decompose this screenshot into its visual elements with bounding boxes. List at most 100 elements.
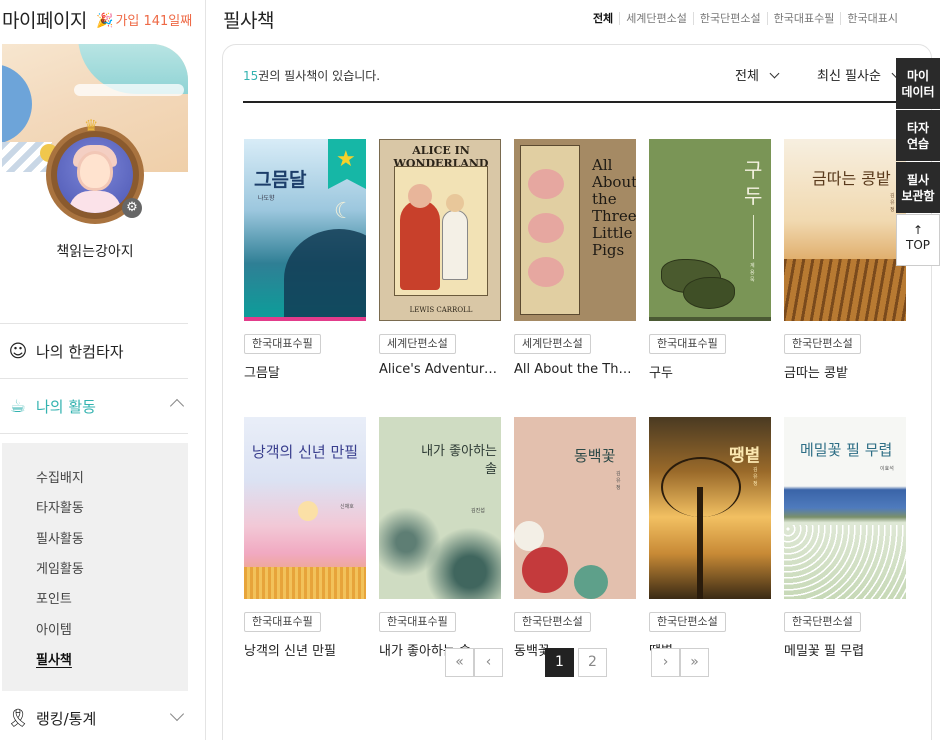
book-card[interactable]: 그믐달 나도향 ★ ☾ 한국대표수필 그믐달 xyxy=(244,139,366,381)
queen-figure xyxy=(400,200,440,290)
chevron-down-icon[interactable] xyxy=(169,706,185,722)
divider xyxy=(0,433,188,434)
smile-icon: ☺ xyxy=(8,340,28,362)
nav-my-typing[interactable]: ☺ 나의 한컴타자 xyxy=(0,324,188,378)
book-title[interactable]: 그믐달 xyxy=(244,362,366,381)
pagination: « ‹ 1 2 › » xyxy=(223,648,933,678)
book-card[interactable]: 메밀꽃 필 무렵 이효석 한국단편소설 메밀꽃 필 무렵 xyxy=(784,417,906,659)
book-card[interactable]: 낭객의 신년 만필 신채호 한국대표수필 낭객의 신년 만필 xyxy=(244,417,366,659)
nav-ranking[interactable]: 🎗 랭킹/통계 xyxy=(0,691,188,740)
quick-menu: 마이 데이터 타자 연습 필사 보관함 ↑ TOP xyxy=(896,58,940,266)
book-cover[interactable]: 동백꽃 김유정 xyxy=(514,417,636,599)
category-badge: 한국대표수필 xyxy=(244,334,321,354)
book-cover[interactable]: All About the Three Little Pigs xyxy=(514,139,636,321)
book-cover[interactable]: 내가 좋아하는 솔 김진섭 xyxy=(379,417,501,599)
book-card[interactable]: All About the Three Little Pigs 세계단편소설 A… xyxy=(514,139,636,377)
book-cover[interactable]: ALICE IN WONDERLAND LEWIS CARROLL xyxy=(379,139,501,321)
pig-icon xyxy=(528,213,564,243)
nav-label: 랭킹/통계 xyxy=(36,709,97,728)
typing-practice-button[interactable]: 타자 연습 xyxy=(896,110,940,161)
field-decoration xyxy=(784,259,906,321)
submenu-item-books[interactable]: 필사책 xyxy=(36,649,72,668)
tab-world-short-stories[interactable]: 세계단편소설 xyxy=(619,12,693,25)
cover-author: 김유정 xyxy=(616,471,621,491)
cover-author: LEWIS CARROLL xyxy=(409,306,473,314)
cover-title: 동백꽃 xyxy=(574,447,616,465)
book-count: 15 xyxy=(243,69,259,83)
scroll-top-label: TOP xyxy=(905,238,930,252)
wave-decoration xyxy=(74,84,184,96)
next-page-button[interactable]: › xyxy=(651,648,680,677)
tab-all[interactable]: 전체 xyxy=(587,12,619,25)
category-badge: 한국단편소설 xyxy=(649,612,726,632)
filter-value: 전체 xyxy=(735,69,759,84)
first-page-button[interactable]: « xyxy=(445,648,474,677)
submenu-item-badges[interactable]: 수집배지 xyxy=(36,467,84,486)
book-card[interactable]: 내가 좋아하는 솔 김진섭 한국대표수필 내가 좋아하는 솔 xyxy=(379,417,501,659)
alice-head xyxy=(446,194,464,212)
book-title[interactable]: Alice's Adventures in Wonderland xyxy=(379,362,501,377)
book-card[interactable]: 동백꽃 김유정 한국단편소설 동백꽃 xyxy=(514,417,636,659)
category-badge: 한국단편소설 xyxy=(514,612,591,632)
filter-dropdown[interactable]: 전체 xyxy=(735,65,780,84)
scroll-top-button[interactable]: ↑ TOP xyxy=(896,214,940,266)
divider xyxy=(243,101,929,103)
tree-branches xyxy=(661,457,741,517)
submenu-item-transcription[interactable]: 필사활동 xyxy=(36,528,84,547)
tab-korean-essays[interactable]: 한국대표수필 xyxy=(766,12,841,25)
book-cover[interactable]: 땡볕 김유정 xyxy=(649,417,771,599)
page-2-button[interactable]: 2 xyxy=(578,648,607,677)
avatar[interactable] xyxy=(57,137,133,213)
last-page-button[interactable]: » xyxy=(680,648,709,677)
join-days-text: 가입 141일째 xyxy=(115,14,193,29)
submenu-item-items[interactable]: 아이템 xyxy=(36,619,72,638)
book-card[interactable]: 금따는 콩밭 김유정 한국단편소설 금따는 콩밭 xyxy=(784,139,906,381)
cover-author: 이효석 xyxy=(880,466,894,472)
category-badge: 한국대표수필 xyxy=(649,334,726,354)
cover-title: 그믐달 xyxy=(254,169,307,191)
book-cover[interactable]: 낭객의 신년 만필 신채호 xyxy=(244,417,366,599)
book-title[interactable]: All About the Three Little Pigs xyxy=(514,362,636,377)
page-1-button[interactable]: 1 xyxy=(545,648,574,677)
book-card[interactable]: ALICE IN WONDERLAND LEWIS CARROLL 세계단편소설… xyxy=(379,139,501,377)
cover-author: 김유정 xyxy=(753,467,758,487)
nav-label: 나의 한컴타자 xyxy=(36,342,124,361)
submenu-item-games[interactable]: 게임활동 xyxy=(36,558,84,577)
category-tabs: 전체 세계단편소설 한국단편소설 한국대표수필 한국대표시 xyxy=(587,12,904,25)
sidebar: 마이페이지 🎉 가입 141일째 ♛ ⚙ 책읽는강아지 ☺ 나의 한컴타자 ☕ 나… xyxy=(0,0,206,740)
leaf-icon xyxy=(574,565,608,599)
book-cover[interactable]: 구두 계용묵 xyxy=(649,139,771,321)
my-data-button[interactable]: 마이 데이터 xyxy=(896,58,940,109)
category-badge: 한국단편소설 xyxy=(784,612,861,632)
category-badge: 세계단편소설 xyxy=(379,334,456,354)
prev-page-button[interactable]: ‹ xyxy=(474,648,503,677)
silhouette-decoration xyxy=(284,229,366,317)
book-card[interactable]: 땡볕 김유정 한국단편소설 땡볕 xyxy=(649,417,771,659)
book-cover[interactable]: 그믐달 나도향 ★ ☾ xyxy=(244,139,366,321)
flower-field-decoration xyxy=(784,525,906,599)
category-badge: 세계단편소설 xyxy=(514,334,591,354)
avatar-face xyxy=(77,151,113,191)
submenu-item-typing[interactable]: 타자활동 xyxy=(36,497,84,516)
category-badge: 한국대표수필 xyxy=(244,612,321,632)
tab-korean-short-stories[interactable]: 한국단편소설 xyxy=(692,12,767,25)
cup-icon: ☕ xyxy=(9,395,27,417)
chevron-up-icon[interactable] xyxy=(169,398,185,414)
cover-title: 금따는 콩밭 xyxy=(812,169,891,188)
avatar-body xyxy=(69,191,121,213)
archive-button[interactable]: 필사 보관함 xyxy=(896,162,940,213)
cover-author: 신채호 xyxy=(340,504,354,510)
nav-my-activity[interactable]: ☕ 나의 활동 xyxy=(0,379,188,433)
book-title[interactable]: 구두 xyxy=(649,362,771,381)
gear-icon[interactable]: ⚙ xyxy=(122,198,142,218)
book-cover[interactable]: 금따는 콩밭 김유정 xyxy=(784,139,906,321)
book-title[interactable]: 금따는 콩밭 xyxy=(784,362,906,381)
sort-dropdown[interactable]: 최신 필사순 xyxy=(817,65,902,84)
tab-korean-poems[interactable]: 한국대표시 xyxy=(840,12,904,25)
book-card[interactable]: 구두 계용묵 한국대표수필 구두 xyxy=(649,139,771,381)
book-cover[interactable]: 메밀꽃 필 무렵 이효석 xyxy=(784,417,906,599)
submenu-item-points[interactable]: 포인트 xyxy=(36,588,72,607)
book-count-text: 15권의 필사책이 있습니다. xyxy=(243,67,380,84)
cover-title: 내가 좋아하는 솔 xyxy=(421,444,497,477)
sun-icon xyxy=(298,501,318,521)
